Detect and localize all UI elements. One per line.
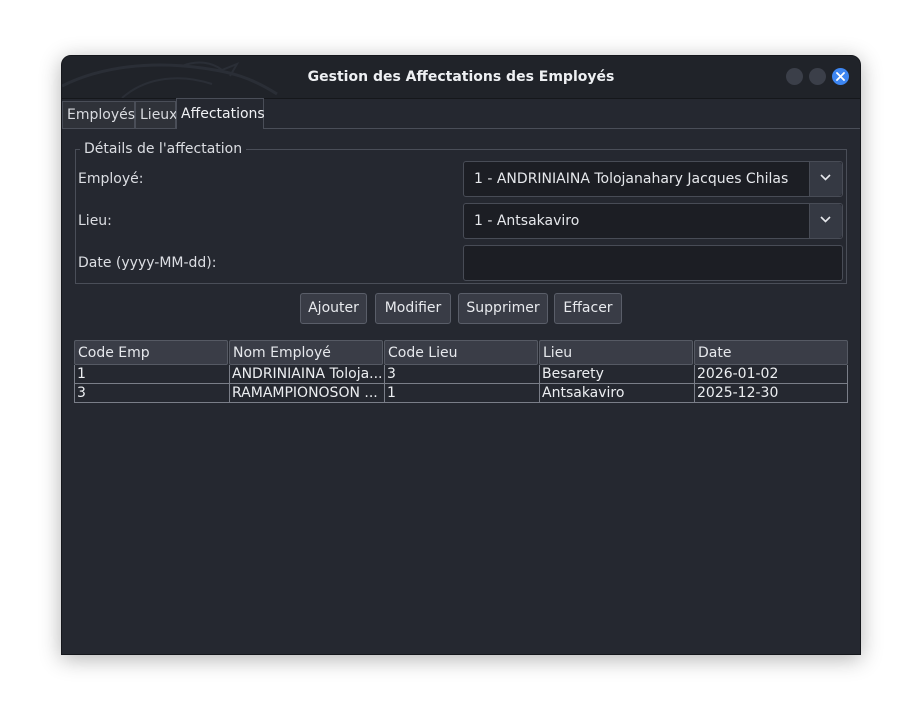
maximize-button[interactable]: [809, 68, 826, 85]
chevron-down-icon: [820, 216, 831, 223]
column-header-lieu[interactable]: Lieu: [539, 340, 693, 365]
table-cell: ANDRINIAINA Toloja...: [229, 365, 384, 383]
group-title: Détails de l'affectation: [84, 141, 243, 157]
table-cell: 1: [74, 365, 229, 383]
table-cell: 3: [74, 384, 229, 402]
table-cell: Antsakaviro: [539, 384, 694, 402]
lieu-dropdown-button[interactable]: [809, 204, 842, 238]
app-window: Gestion des Affectations des Employés Em…: [61, 55, 861, 655]
tab-employes[interactable]: Employés: [62, 101, 135, 128]
date-input[interactable]: [463, 245, 843, 281]
employee-select[interactable]: 1 - ANDRINIAINA Tolojanahary Jacques Chi…: [463, 161, 843, 197]
table-cell: 2025-12-30: [694, 384, 848, 402]
employee-dropdown-button[interactable]: [809, 162, 842, 196]
tab-bar: Employés Lieux Affectations: [62, 98, 860, 129]
minimize-button[interactable]: [786, 68, 803, 85]
column-header-nom-employe[interactable]: Nom Employé: [229, 340, 383, 365]
tab-lieux[interactable]: Lieux: [135, 101, 177, 128]
table-cell: RAMAMPIONOSON ...: [229, 384, 384, 402]
tab-affectations[interactable]: Affectations: [176, 98, 265, 129]
table-cell: 2026-01-02: [694, 365, 848, 383]
table-cell: 3: [384, 365, 539, 383]
window-title: Gestion des Affectations des Employés: [307, 69, 615, 85]
close-icon: [836, 72, 845, 81]
table-body: 1 ANDRINIAINA Toloja... 3 Besarety 2026-…: [74, 365, 848, 403]
lieu-select-value: 1 - Antsakaviro: [474, 213, 580, 229]
clear-button[interactable]: Effacer: [554, 293, 622, 324]
employee-select-value: 1 - ANDRINIAINA Tolojanahary Jacques Chi…: [474, 171, 789, 187]
close-button[interactable]: [832, 68, 849, 85]
assignments-table: Code Emp Nom Employé Code Lieu Lieu Date…: [74, 340, 848, 403]
lieu-label: Lieu:: [78, 213, 112, 229]
table-cell: 1: [384, 384, 539, 402]
column-header-date[interactable]: Date: [694, 340, 848, 365]
modify-button[interactable]: Modifier: [375, 293, 451, 324]
table-header: Code Emp Nom Employé Code Lieu Lieu Date: [74, 340, 848, 365]
column-header-code-emp[interactable]: Code Emp: [74, 340, 228, 365]
table-cell: Besarety: [539, 365, 694, 383]
delete-button[interactable]: Supprimer: [458, 293, 548, 324]
column-header-code-lieu[interactable]: Code Lieu: [384, 340, 538, 365]
table-row[interactable]: 1 ANDRINIAINA Toloja... 3 Besarety 2026-…: [74, 365, 847, 384]
employee-label: Employé:: [78, 171, 144, 187]
chevron-down-icon: [820, 174, 831, 181]
lieu-select[interactable]: 1 - Antsakaviro: [463, 203, 843, 239]
table-row[interactable]: 3 RAMAMPIONOSON ... 1 Antsakaviro 2025-1…: [74, 384, 847, 403]
date-label: Date (yyyy-MM-dd):: [78, 255, 217, 271]
add-button[interactable]: Ajouter: [300, 293, 367, 324]
title-bar[interactable]: Gestion des Affectations des Employés: [62, 56, 860, 99]
